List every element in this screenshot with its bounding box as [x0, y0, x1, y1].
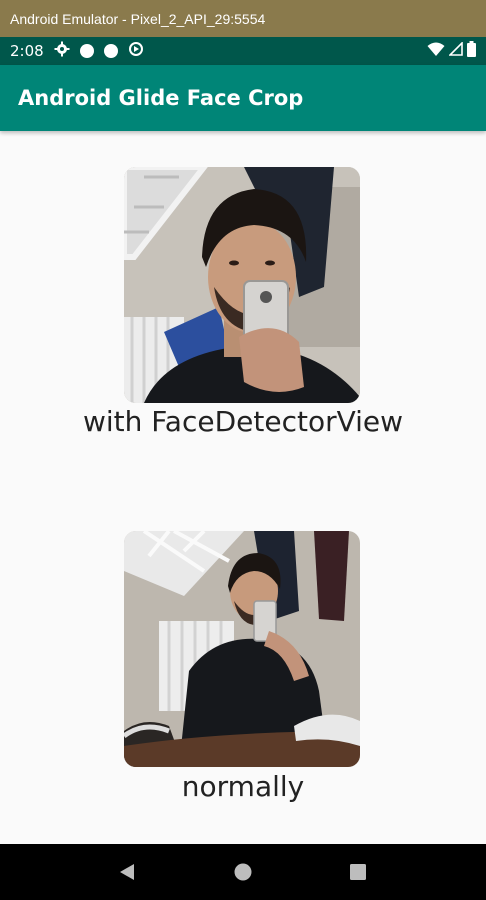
wifi-icon: [427, 41, 445, 61]
circle-icon: [103, 44, 118, 58]
signal-icon: [448, 41, 463, 60]
recents-icon[interactable]: [338, 852, 378, 892]
app-title: Android Glide Face Crop: [18, 86, 304, 110]
app-bar: Android Glide Face Crop: [0, 65, 486, 131]
emulator-titlebar: Android Emulator - Pixel_2_API_29:5554: [0, 0, 486, 37]
data-saver-icon: [128, 41, 144, 61]
home-icon[interactable]: [223, 852, 263, 892]
device-screen: Android Emulator - Pixel_2_API_29:5554 2…: [0, 0, 486, 900]
battery-icon: [467, 41, 476, 61]
status-bar: 2:08: [0, 37, 486, 65]
caption-face-detector: with FaceDetectorView: [82, 405, 404, 438]
gear-icon: [54, 41, 70, 61]
face-cropped-photo: [124, 167, 360, 403]
full-photo: [124, 531, 360, 767]
caption-normally: normally: [181, 770, 305, 803]
back-icon[interactable]: [108, 852, 148, 892]
navigation-bar: [0, 844, 486, 900]
status-time: 2:08: [10, 42, 44, 60]
circle-icon: [79, 44, 94, 58]
emulator-title: Android Emulator - Pixel_2_API_29:5554: [10, 10, 266, 27]
